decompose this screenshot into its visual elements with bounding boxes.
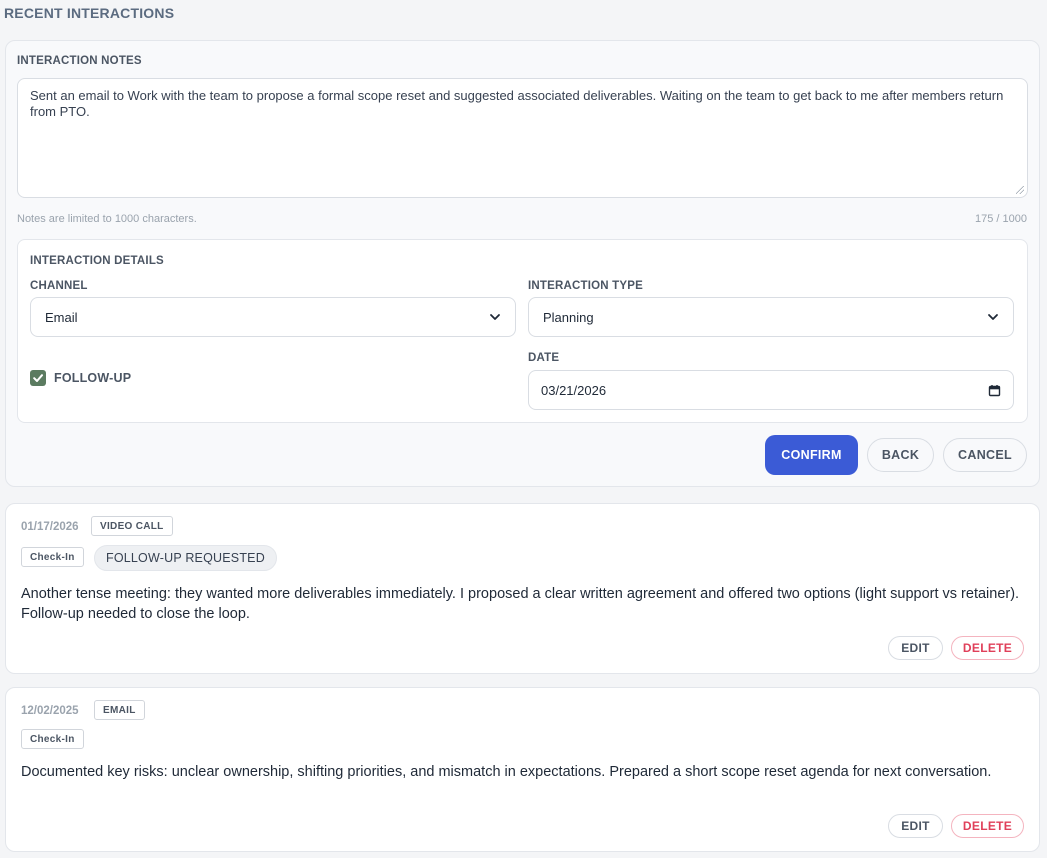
notes-char-count: 175 / 1000: [975, 213, 1027, 225]
notes-textarea[interactable]: Sent an email to Work with the team to p…: [17, 78, 1028, 198]
details-title: INTERACTION DETAILS: [30, 255, 164, 267]
channel-value: Email: [45, 309, 78, 325]
channel-tag: EMAIL: [94, 700, 145, 720]
interaction-type-label: INTERACTION TYPE: [528, 280, 644, 292]
followup-checkbox[interactable]: [30, 370, 46, 386]
calendar-icon[interactable]: [988, 384, 1001, 397]
edit-button[interactable]: EDIT: [888, 814, 943, 838]
entry-text: Documented key risks: unclear ownership,…: [21, 764, 992, 780]
interaction-entry: 12/02/2025 EMAIL Check-In Documented key…: [5, 687, 1040, 852]
entry-date: 12/02/2025: [21, 705, 79, 717]
followup-label: FOLLOW-UP: [54, 371, 132, 385]
channel-tag: VIDEO CALL: [91, 516, 173, 536]
interaction-type-select[interactable]: Planning: [528, 297, 1014, 337]
chevron-down-icon: [490, 314, 500, 320]
check-icon: [33, 374, 43, 382]
entry-text: Another tense meeting: they wanted more …: [21, 586, 1020, 622]
date-input[interactable]: 03/21/2026: [528, 370, 1014, 410]
edit-button[interactable]: EDIT: [888, 636, 943, 660]
cancel-button[interactable]: CANCEL: [943, 438, 1027, 472]
notes-text: Sent an email to Work with the team to p…: [30, 88, 1004, 119]
followup-badge: FOLLOW-UP REQUESTED: [94, 545, 277, 571]
delete-button[interactable]: DELETE: [951, 814, 1024, 838]
channel-select[interactable]: Email: [30, 297, 516, 337]
type-tag: Check-In: [21, 547, 84, 567]
resize-handle-icon[interactable]: [1016, 186, 1024, 194]
delete-button[interactable]: DELETE: [951, 636, 1024, 660]
chevron-down-icon: [988, 314, 998, 320]
interaction-type-value: Planning: [543, 309, 594, 325]
notes-label: INTERACTION NOTES: [17, 55, 142, 67]
section-title: RECENT INTERACTIONS: [4, 5, 175, 21]
notes-limit-hint: Notes are limited to 1000 characters.: [17, 213, 197, 225]
interaction-entry: 01/17/2026 VIDEO CALL Check-In FOLLOW-UP…: [5, 503, 1040, 674]
interaction-editor: INTERACTION NOTES Sent an email to Work …: [5, 40, 1040, 487]
channel-label: CHANNEL: [30, 280, 88, 292]
interaction-details: INTERACTION DETAILS CHANNEL INTERACTION …: [17, 239, 1028, 423]
entry-date: 01/17/2026: [21, 521, 79, 533]
followup-toggle[interactable]: FOLLOW-UP: [30, 370, 131, 386]
date-label: DATE: [528, 352, 560, 364]
type-tag: Check-In: [21, 729, 84, 749]
back-button[interactable]: BACK: [867, 438, 934, 472]
date-value: 03/21/2026: [541, 382, 607, 398]
confirm-button[interactable]: CONFIRM: [765, 435, 858, 475]
